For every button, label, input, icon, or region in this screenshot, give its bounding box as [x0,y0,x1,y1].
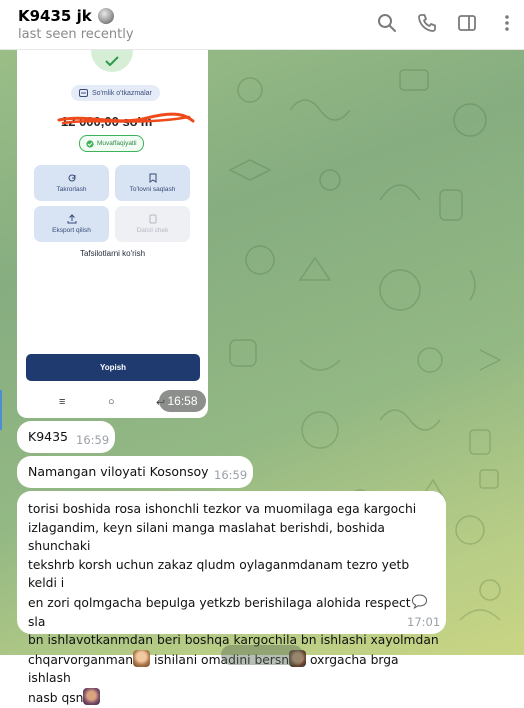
message-text: torisi boshida rosa ishonchli tezkor va … [28,502,439,705]
message-bubble[interactable]: Namangan viloyati Kosonsoy 16:59 [17,456,253,488]
message-text: K9435 [28,429,69,444]
export-icon [67,214,76,224]
status-badge: Muvaffaqiyatli [79,135,144,152]
avatar[interactable] [97,8,114,24]
last-seen-status: last seen recently [18,27,134,42]
save-icon [149,173,156,183]
receipt-icon [149,214,156,224]
repeat-label: Takrorlash [56,186,87,193]
export-button[interactable]: Eksport qilish [34,206,109,242]
message-time: 16:59 [76,433,110,447]
save-payment-label: To'lovni saqlash [129,186,176,193]
scroll-accent [0,390,2,430]
success-check-icon [91,50,133,72]
menu-nav-icon: ≡ [59,396,66,408]
image-message-time: 16:58 [159,390,206,412]
receipt-button[interactable]: Datcil chek [115,206,190,242]
details-link[interactable]: Tafsilotlarni ko'rish [17,249,208,258]
message-time: 17:01 [407,615,441,629]
transfer-icon [79,89,88,97]
home-nav-icon: ○ [108,396,115,408]
speech-bubble-emoji-icon [411,594,427,610]
message-bubble[interactable]: torisi boshida rosa ishonchli tezkor va … [17,491,446,705]
phone-icon[interactable] [416,12,438,34]
amount-redaction-scribble [57,112,195,125]
save-payment-button[interactable]: To'lovni saqlash [115,165,190,201]
status-text: Muvaffaqiyatli [97,140,137,147]
sidebar-toggle-icon[interactable] [456,12,478,34]
face-emoji-icon [83,687,101,705]
header-actions [376,12,518,34]
chat-name[interactable]: K9435 jk [18,7,92,25]
chat-header: K9435 jk last seen recently [0,0,524,50]
transfer-type-label: So'mlik o'tkazmalar [92,89,152,97]
message-bubble[interactable]: K9435 16:59 [17,421,115,453]
chat-title-row[interactable]: K9435 jk [18,7,114,25]
repeat-icon [68,174,75,182]
message-text: Namangan viloyati Kosonsoy [28,464,209,479]
transfer-type-badge: So'mlik o'tkazmalar [71,85,160,101]
check-circle-icon [86,139,94,148]
message-time: 16:59 [214,468,248,482]
image-message[interactable]: So'mlik o'tkazmalar 12 000,00 so'm Muvaf… [17,50,208,418]
receipt-label: Datcil chek [136,227,169,234]
close-button[interactable]: Yopish [26,354,200,381]
face-emoji-icon [133,649,151,667]
date-pill [221,645,303,665]
more-icon[interactable] [496,12,518,34]
repeat-button[interactable]: Takrorlash [34,165,109,201]
export-label: Eksport qilish [52,227,91,234]
search-icon[interactable] [376,12,398,34]
